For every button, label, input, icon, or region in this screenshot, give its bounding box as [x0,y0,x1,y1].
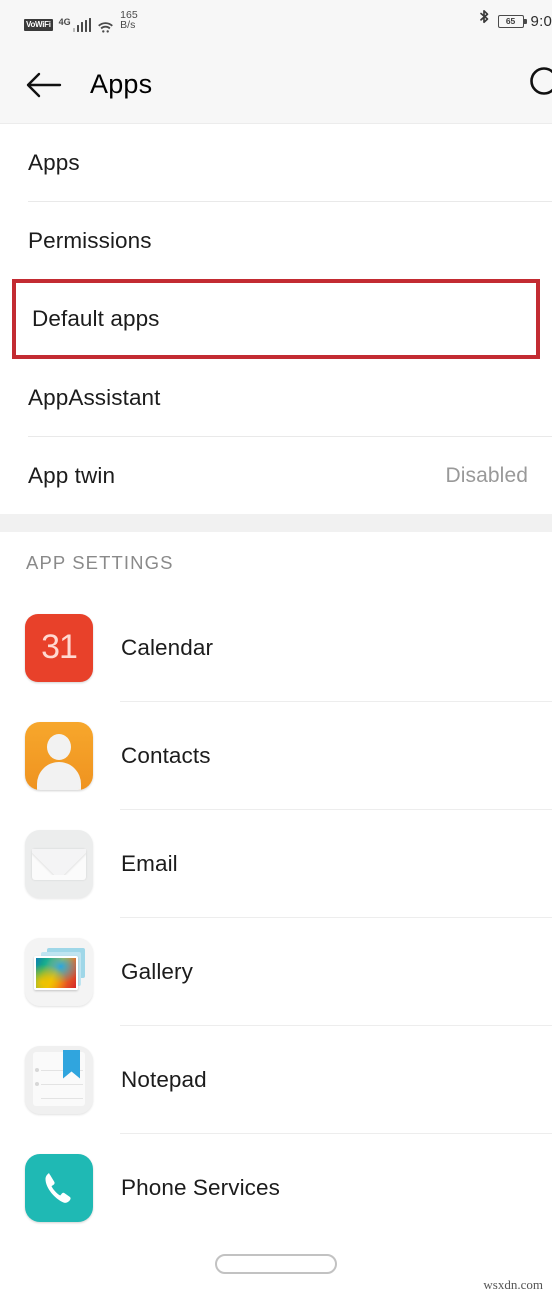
vowifi-icon: VoWiFi [24,18,53,31]
back-arrow-icon[interactable] [25,70,65,100]
settings-row-label: Apps [28,149,80,175]
email-icon [25,829,93,898]
settings-row-label: Default apps [32,306,160,331]
home-gesture-pill[interactable] [215,1254,337,1274]
network-type-label: 4G [58,16,71,27]
wifi-icon [97,20,114,33]
contacts-icon [25,721,93,790]
navigation-bar: wsxdn.com [0,1230,552,1300]
settings-row-value: Disabled [445,463,528,487]
app-row-email[interactable]: Email [0,810,552,917]
settings-row-appassistant[interactable]: AppAssistant [0,359,552,436]
app-row-label: Gallery [121,958,193,984]
app-row-label: Phone Services [121,1174,280,1200]
section-separator [0,514,552,532]
data-rate-unit: B/s [120,19,136,31]
settings-row-apps[interactable]: Apps [0,124,552,201]
battery-icon: 65 [497,14,527,28]
page-title: Apps [90,69,153,99]
app-settings-header: APP SETTINGS [0,532,552,594]
app-row-notepad[interactable]: Notepad [0,1026,552,1133]
phone-icon [25,1153,93,1222]
calendar-icon: 31 [25,613,93,682]
battery-percent-label: 65 [505,15,516,26]
settings-row-label: AppAssistant [28,384,161,410]
data-rate-value: 165 [120,8,138,21]
watermark-label: wsxdn.com [483,1277,543,1292]
app-row-phone-services[interactable]: Phone Services [0,1134,552,1241]
settings-row-label: App twin [28,462,116,488]
app-row-label: Email [121,850,178,876]
app-settings-header-label: APP SETTINGS [26,552,174,573]
status-bar: VoWiFi 4G 165 B/s 65 9:0 [0,0,552,46]
settings-section: Apps Permissions Default apps AppAssista… [0,124,552,514]
app-row-gallery[interactable]: Gallery [0,918,552,1025]
app-bar: Apps [0,46,552,124]
settings-row-app-twin[interactable]: App twin Disabled [0,437,552,514]
bluetooth-icon [478,9,491,33]
settings-row-permissions[interactable]: Permissions [0,202,552,279]
app-row-contacts[interactable]: Contacts [0,702,552,809]
status-bar-right: 65 9:0 [478,9,552,33]
status-bar-left: VoWiFi 4G 165 B/s [24,8,138,34]
search-icon[interactable] [524,62,552,108]
app-settings-list: 31 Calendar Contacts Email Gallery Notep… [0,594,552,1241]
settings-row-label: Permissions [28,227,152,253]
app-row-label: Calendar [121,634,214,660]
calendar-icon-day: 31 [41,628,78,666]
app-row-calendar[interactable]: 31 Calendar [0,594,552,701]
signal-bars-icon: 4G [58,16,92,32]
clock-label: 9:0 [530,12,552,30]
app-row-label: Contacts [121,742,211,768]
notepad-icon [25,1045,93,1114]
settings-row-default-apps[interactable]: Default apps [12,279,540,359]
signal-strength-bars [72,17,92,32]
app-row-label: Notepad [121,1066,207,1092]
gallery-icon [25,937,93,1006]
data-rate-indicator: 165 B/s [120,8,138,31]
